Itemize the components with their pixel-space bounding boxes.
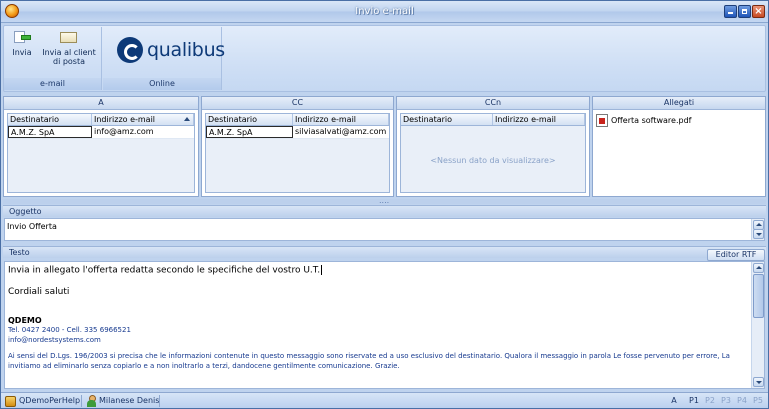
database-name: QDemoPerHelp: [19, 396, 81, 405]
recipient-email-cell[interactable]: silviasalvati@amz.com: [293, 126, 389, 138]
window-title: Invio e-mail: [355, 6, 414, 17]
page-indicator-p1[interactable]: P1: [686, 394, 702, 408]
attachment-item[interactable]: Offerta software.pdf: [596, 114, 691, 127]
cc-header: CC: [202, 97, 393, 110]
window-controls: ×: [724, 5, 765, 18]
ribbon-group-label: e-mail: [4, 78, 101, 90]
attachments-header: Allegati: [593, 97, 765, 110]
title-bar: Invio e-mail ×: [1, 1, 768, 23]
close-button[interactable]: ×: [752, 5, 765, 18]
recipient-name-cell[interactable]: A.M.Z. SpA: [206, 126, 293, 138]
panel-splitter[interactable]: ....: [3, 197, 766, 205]
subject-value: Invio Offerta: [7, 222, 57, 231]
body-line-1: Invia in allegato l'offerta redatta seco…: [8, 265, 321, 276]
qualibus-logo-text: qualibus: [147, 39, 225, 61]
empty-grid-message: <Nessun dato da visualizzare>: [430, 156, 556, 165]
column-header[interactable]: Destinatario: [8, 114, 92, 125]
sort-ascending-icon: [184, 117, 190, 121]
send-to-client-button[interactable]: Invia al client di posta: [40, 29, 98, 66]
column-header[interactable]: Indirizzo e-mail: [293, 114, 389, 125]
page-indicator-p5[interactable]: P5: [750, 394, 766, 408]
cc-pane: CC Destinatario Indirizzo e-mail A.M.Z. …: [201, 96, 394, 197]
maximize-button[interactable]: [738, 5, 751, 18]
page-indicators: A P1 P2 P3 P4 P5: [666, 394, 766, 408]
column-header[interactable]: Destinatario: [401, 114, 493, 125]
database-icon: [5, 395, 16, 407]
bcc-pane: CCn Destinatario Indirizzo e-mail <Nessu…: [396, 96, 590, 197]
ribbon-group-email: Invia Invia al client di posta e-mail: [4, 27, 102, 90]
subject-label: Oggetto: [3, 205, 766, 217]
scroll-thumb[interactable]: [753, 274, 764, 318]
signature-disclaimer: Ai sensi del D.Lgs. 196/2003 si precisa …: [8, 351, 730, 370]
column-header[interactable]: Indirizzo e-mail: [493, 114, 585, 125]
recipients-panel: A Destinatario Indirizzo e-mail A.M.Z. S…: [3, 96, 766, 198]
page-indicator-p4[interactable]: P4: [734, 394, 750, 408]
status-database[interactable]: QDemoPerHelp: [5, 394, 80, 408]
scroll-up-icon[interactable]: [753, 263, 764, 273]
recipient-name-cell[interactable]: A.M.Z. SpA: [8, 126, 92, 138]
table-row[interactable]: A.M.Z. SpA silviasalvati@amz.com: [206, 126, 389, 139]
signature-phone: Tel. 0427 2400 - Cell. 335 6966521: [8, 325, 131, 334]
table-row[interactable]: A.M.Z. SpA info@amz.com: [8, 126, 194, 139]
attachments-pane: Allegati Offerta software.pdf: [592, 96, 766, 197]
send-button[interactable]: Invia: [7, 29, 37, 57]
subject-field[interactable]: Invio Offerta: [4, 218, 765, 241]
page-indicator-p2[interactable]: P2: [702, 394, 718, 408]
status-bar: QDemoPerHelp Milanese Denis A P1 P2 P3 P…: [1, 392, 768, 408]
ribbon: Invia Invia al client di posta e-mail qu…: [3, 25, 766, 92]
send-icon: [13, 29, 31, 45]
cc-grid: Destinatario Indirizzo e-mail A.M.Z. SpA…: [205, 113, 390, 193]
qualibus-logo[interactable]: qualibus: [117, 37, 225, 63]
column-header[interactable]: Indirizzo e-mail: [92, 114, 194, 125]
body-label: Testo: [3, 246, 766, 258]
page-indicator-p3[interactable]: P3: [718, 394, 734, 408]
send-button-label: Invia: [12, 48, 32, 57]
to-pane: A Destinatario Indirizzo e-mail A.M.Z. S…: [3, 96, 199, 197]
ribbon-group-label: Online: [103, 78, 221, 90]
signature-email: info@nordestsystems.com: [8, 335, 101, 344]
scroll-down-icon[interactable]: [753, 229, 764, 239]
to-grid: Destinatario Indirizzo e-mail A.M.Z. SpA…: [7, 113, 195, 193]
status-mode: A: [671, 396, 677, 405]
status-user[interactable]: Milanese Denis: [87, 394, 159, 408]
message-body-content[interactable]: Invia in allegato l'offerta redatta seco…: [8, 265, 748, 371]
pdf-file-icon: [596, 114, 608, 127]
bcc-header: CCn: [397, 97, 589, 110]
minimize-button[interactable]: [724, 5, 737, 18]
send-to-client-label: Invia al client di posta: [42, 48, 96, 66]
ribbon-group-online: qualibus Online: [103, 27, 225, 90]
user-icon: [87, 395, 96, 407]
email-window: Invio e-mail × Invia Invia al client di …: [0, 0, 769, 409]
subject-scrollbar[interactable]: [751, 219, 764, 240]
column-header[interactable]: Destinatario: [206, 114, 293, 125]
editor-rtf-button[interactable]: Editor RTF: [707, 249, 765, 261]
body-line-2: Cordiali saluti: [8, 286, 70, 297]
scroll-down-icon[interactable]: [753, 377, 764, 387]
attachment-filename: Offerta software.pdf: [611, 116, 692, 125]
mail-envelope-icon: [59, 29, 79, 45]
text-caret: [321, 265, 323, 275]
recipient-email-cell[interactable]: info@amz.com: [92, 126, 194, 138]
qualibus-logo-icon: [117, 37, 143, 63]
message-body-editor[interactable]: Invia in allegato l'offerta redatta seco…: [4, 261, 765, 389]
bcc-grid: Destinatario Indirizzo e-mail <Nessun da…: [400, 113, 586, 193]
to-header: A: [4, 97, 198, 110]
signature-company: QDEMO: [8, 315, 42, 325]
body-scrollbar[interactable]: [751, 262, 764, 388]
user-name: Milanese Denis: [99, 396, 160, 405]
